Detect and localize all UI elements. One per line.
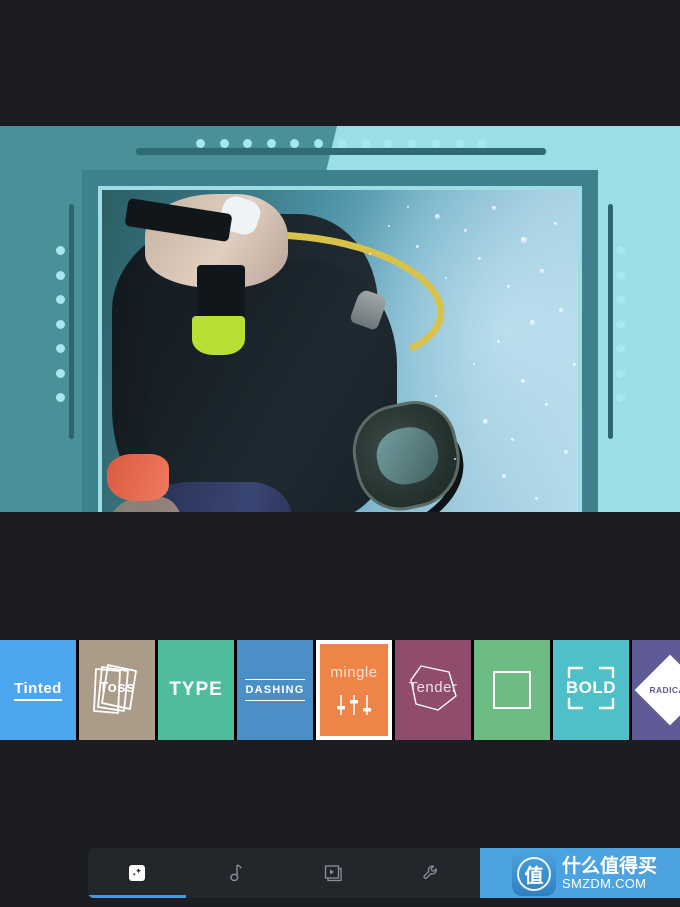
filter-tile-inner: BOLD xyxy=(553,640,629,740)
watermark-brand-en: SMZDM.COM xyxy=(562,876,647,892)
filter-tile[interactable]: DASHING xyxy=(237,640,313,740)
decor-dot xyxy=(266,139,276,148)
bubble xyxy=(544,402,548,406)
hexagon-icon: Tender xyxy=(404,660,462,721)
nav-slides-button[interactable] xyxy=(284,848,382,898)
sparkle-card-icon xyxy=(127,863,147,883)
decor-dot xyxy=(56,295,65,304)
filter-tile[interactable]: TYPE xyxy=(158,640,234,740)
decor-dot xyxy=(56,319,65,329)
nav-tools-button[interactable] xyxy=(382,848,480,898)
watermark: 值 什么值得买 SMZDM.COM xyxy=(512,848,680,900)
watermark-logo-icon: 值 xyxy=(512,852,556,896)
right-vertical-bar xyxy=(608,204,613,439)
photo-frame-inner-border xyxy=(98,186,582,512)
bubble xyxy=(539,268,544,273)
nav-effects-button[interactable] xyxy=(88,848,186,898)
decor-dot xyxy=(478,139,487,148)
filter-tile[interactable]: mingle xyxy=(316,640,392,740)
photo-frame[interactable] xyxy=(82,170,598,512)
filter-tile-label: mingle xyxy=(330,663,378,681)
bubble xyxy=(478,256,482,260)
decor-dot xyxy=(219,139,229,148)
bubble xyxy=(444,276,447,279)
wrench-icon xyxy=(421,863,441,883)
decor-dot xyxy=(196,139,205,148)
decor-dot xyxy=(616,295,625,304)
filter-tile-inner xyxy=(474,640,550,740)
bubble xyxy=(497,339,501,343)
filter-tile-inner: mingle xyxy=(320,644,388,736)
filter-tile[interactable]: BOLD xyxy=(553,640,629,740)
diamond-icon: RADICAL xyxy=(634,654,680,726)
decor-dot xyxy=(384,139,393,148)
filter-tile-label: BOLD xyxy=(565,677,617,697)
decor-dot xyxy=(56,246,65,255)
decor-dot xyxy=(360,139,370,148)
filter-strip[interactable]: Tinted Toss TYPE DASHING mingle Tender BOLD RAD… xyxy=(0,640,680,740)
cards-icon: Toss xyxy=(88,657,146,724)
bubble xyxy=(435,213,441,219)
filter-tile[interactable]: RADICAL xyxy=(632,640,680,740)
decor-dot xyxy=(56,270,65,280)
decor-dot xyxy=(616,393,625,402)
decor-dot xyxy=(616,368,625,378)
bubble xyxy=(501,473,506,478)
filter-tile-inner: DASHING xyxy=(237,640,313,740)
filter-tile-inner: TYPE xyxy=(158,640,234,740)
bubble xyxy=(563,450,568,455)
decor-dot xyxy=(337,139,346,148)
filter-tile-label: Tinted xyxy=(14,680,62,701)
decor-dot xyxy=(616,270,625,280)
app-root: Tinted Toss TYPE DASHING mingle Tender BOLD RAD… xyxy=(0,0,680,907)
decor-dot xyxy=(616,344,625,353)
square-icon xyxy=(493,671,531,709)
filter-tile-inner: Toss xyxy=(79,640,155,740)
decor-dot xyxy=(431,139,440,148)
decor-dot xyxy=(56,393,65,402)
filter-tile-label: DASHING xyxy=(245,679,305,701)
bubble xyxy=(368,253,371,256)
filter-tile-label: RADICAL xyxy=(649,685,680,695)
bubble xyxy=(554,221,558,225)
brackets-icon: BOLD xyxy=(565,664,617,717)
decor-dot xyxy=(290,139,299,148)
filter-tile[interactable]: Tender xyxy=(395,640,471,740)
decor-dot xyxy=(56,344,65,353)
decor-dot xyxy=(616,319,625,329)
filter-tile-inner: Tinted xyxy=(0,640,76,740)
decor-dot xyxy=(407,139,417,148)
watermark-brand-cn: 什么值得买 xyxy=(562,855,658,878)
decor-dot xyxy=(56,368,65,378)
filter-tile-inner: Tender xyxy=(395,640,471,740)
nav-music-button[interactable] xyxy=(186,848,284,898)
decor-dot xyxy=(616,246,625,255)
bubble xyxy=(520,379,525,384)
filter-tile[interactable] xyxy=(474,640,550,740)
preview-canvas[interactable] xyxy=(0,126,680,512)
video-stack-icon xyxy=(322,863,344,883)
top-bar-strip xyxy=(136,148,546,155)
left-vertical-bar xyxy=(69,204,74,439)
decor-dot xyxy=(313,139,323,148)
filter-tile-label: Toss xyxy=(99,678,135,696)
filter-tile-inner: RADICAL xyxy=(632,640,680,740)
filter-tile[interactable]: Tinted xyxy=(0,640,76,740)
bubble xyxy=(406,205,409,208)
photo-image xyxy=(102,190,578,512)
sliders-icon xyxy=(337,694,371,715)
bubble xyxy=(506,284,510,288)
filter-tile-label: Tender xyxy=(408,678,458,696)
decor-dot xyxy=(454,139,464,148)
filter-tile[interactable]: Toss xyxy=(79,640,155,740)
watermark-logo-glyph: 值 xyxy=(517,857,551,891)
bubble xyxy=(482,418,488,424)
music-note-icon xyxy=(225,862,245,884)
filter-tile-label: TYPE xyxy=(169,679,223,700)
decor-dot xyxy=(243,139,252,148)
